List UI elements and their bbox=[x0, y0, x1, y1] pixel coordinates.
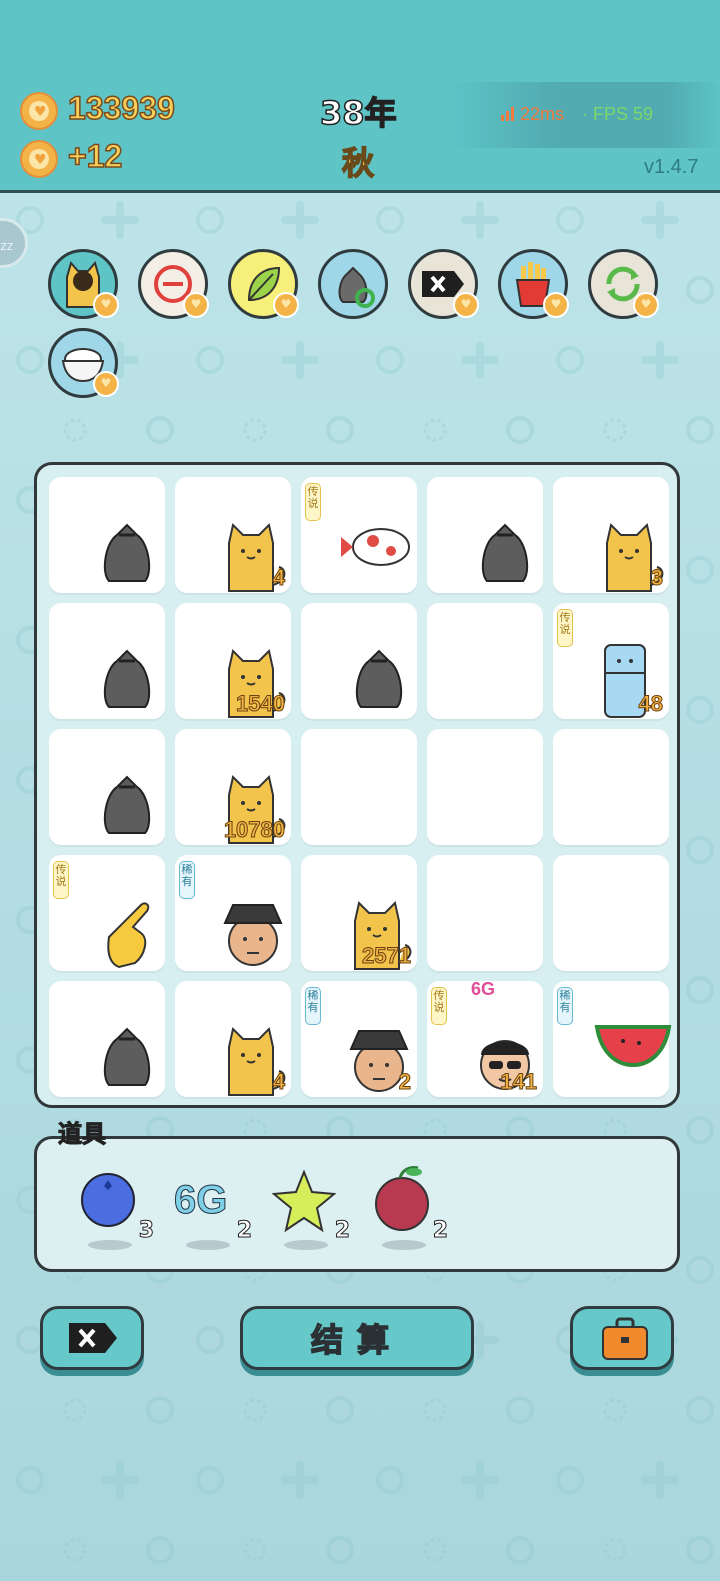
prop-count: 2 bbox=[236, 1218, 252, 1244]
delete-icon bbox=[69, 1323, 117, 1353]
item-board: 4 传说 3 1540 传说 48 10780 传说 稀有 2571 4 稀有 2 传说 6G 141 稀有 bbox=[34, 462, 680, 1108]
heart-badge-icon: ♥ bbox=[273, 292, 299, 318]
board-cell-cat[interactable]: 10780 bbox=[175, 729, 291, 845]
item-count: 141 bbox=[500, 1069, 538, 1095]
skill-minus[interactable]: ♥ bbox=[138, 249, 209, 319]
recycle-bag-icon bbox=[338, 266, 375, 308]
rare-tag: 稀有 bbox=[557, 987, 573, 1025]
board-cell-empty[interactable] bbox=[427, 603, 543, 719]
skill-delete[interactable]: ♥ bbox=[408, 249, 479, 319]
item-count: 4 bbox=[272, 1069, 285, 1095]
prop-6g[interactable]: 6G 2 bbox=[172, 1168, 253, 1258]
6g-icon: 6G bbox=[173, 1178, 228, 1223]
heart-badge-icon: ♥ bbox=[633, 292, 659, 318]
heart-badge-icon: ♥ bbox=[183, 292, 209, 318]
skill-rice-bowl[interactable]: ♥ bbox=[48, 328, 119, 398]
board-cell-trash-bag[interactable] bbox=[49, 477, 165, 593]
heart-badge-icon: ♥ bbox=[543, 292, 569, 318]
skill-leaf[interactable]: ♥ bbox=[228, 249, 299, 319]
star-icon bbox=[272, 1170, 336, 1232]
prop-count: 3 bbox=[138, 1218, 154, 1244]
board-cell-empty[interactable] bbox=[553, 729, 669, 845]
board-cell-empty[interactable] bbox=[553, 855, 669, 971]
board-cell-trash-bag[interactable] bbox=[49, 981, 165, 1097]
board-cell-trash-bag[interactable] bbox=[301, 603, 417, 719]
board-cell-cat[interactable]: 1540 bbox=[175, 603, 291, 719]
heart-badge-icon: ♥ bbox=[453, 292, 479, 318]
board-cell-empty[interactable] bbox=[427, 729, 543, 845]
board-cell-cat[interactable]: 2571 bbox=[301, 855, 417, 971]
skill-fries[interactable]: ♥ bbox=[498, 249, 569, 319]
prop-count: 2 bbox=[432, 1218, 448, 1244]
legendary-tag: 传说 bbox=[305, 483, 321, 521]
board-cell-empty[interactable] bbox=[301, 729, 417, 845]
board-cell-fridge[interactable]: 传说 48 bbox=[553, 603, 669, 719]
item-count: 1540 bbox=[236, 691, 286, 717]
board-cell-koi-fish[interactable]: 传说 bbox=[301, 477, 417, 593]
6g-label: 6G bbox=[471, 979, 496, 999]
item-count: 48 bbox=[638, 691, 664, 717]
item-count: 10780 bbox=[223, 817, 285, 843]
skill-recycle-bag[interactable] bbox=[318, 249, 388, 319]
legendary-tag: 传说 bbox=[53, 861, 69, 899]
prop-star[interactable]: 2 bbox=[270, 1168, 351, 1258]
item-count: 2 bbox=[398, 1069, 411, 1095]
legendary-tag: 传说 bbox=[557, 609, 573, 647]
board-cell-cat[interactable]: 4 bbox=[175, 981, 291, 1097]
item-count: 4 bbox=[272, 565, 285, 591]
heart-badge-icon: ♥ bbox=[93, 371, 119, 397]
rare-tag: 稀有 bbox=[179, 861, 195, 899]
income-coin-icon: ♥ bbox=[20, 140, 58, 178]
board-cell-watermelon[interactable]: 稀有 bbox=[553, 981, 672, 1097]
legendary-tag: 传说 bbox=[431, 987, 447, 1025]
skill-cat[interactable]: ♥ bbox=[48, 249, 119, 319]
rare-tag: 稀有 bbox=[305, 987, 321, 1025]
skill-refresh[interactable]: ♥ bbox=[588, 249, 659, 319]
item-count: 3 bbox=[650, 565, 663, 591]
signal-icon bbox=[501, 107, 514, 121]
prop-shadow bbox=[284, 1240, 328, 1250]
coin-income: +12 bbox=[67, 137, 123, 175]
board-cell-cat[interactable]: 4 bbox=[175, 477, 291, 593]
settle-button[interactable]: 结算 bbox=[240, 1306, 474, 1370]
board-cell-empty[interactable] bbox=[427, 855, 543, 971]
game-year: 38年 bbox=[319, 93, 397, 133]
heart-badge-icon: ♥ bbox=[93, 292, 119, 318]
board-cell-trash-bag[interactable] bbox=[427, 477, 543, 593]
fps-value: · FPS 59 bbox=[582, 104, 654, 124]
game-season: 秋 bbox=[341, 143, 375, 183]
blue-ball-icon bbox=[81, 1173, 135, 1227]
board-cell-trash-bag[interactable] bbox=[49, 729, 165, 845]
backpack-button[interactable] bbox=[570, 1306, 674, 1370]
board-cell-hat-man[interactable]: 稀有 bbox=[175, 855, 291, 971]
prop-lychee[interactable]: 2 bbox=[368, 1162, 449, 1252]
coin-icon: ♥ bbox=[20, 92, 58, 130]
prop-shadow bbox=[382, 1240, 426, 1250]
board-cell-pointing-hand[interactable]: 传说 bbox=[49, 855, 165, 971]
prop-shadow bbox=[186, 1240, 230, 1250]
settle-button-label: 结算 bbox=[310, 1320, 403, 1360]
version-label: v1.4.7 bbox=[644, 156, 699, 178]
prop-shadow bbox=[88, 1240, 132, 1250]
delete-button[interactable] bbox=[40, 1306, 144, 1370]
prop-blue-ball[interactable]: 3 bbox=[74, 1168, 155, 1258]
lychee-icon bbox=[375, 1166, 429, 1231]
coin-total: 133939 bbox=[67, 89, 175, 127]
board-cell-hat-man[interactable]: 稀有 2 bbox=[301, 981, 417, 1097]
props-title: 道具 bbox=[58, 1120, 107, 1149]
item-count: 2571 bbox=[362, 943, 412, 969]
board-cell-trash-bag[interactable] bbox=[49, 603, 165, 719]
prop-count: 2 bbox=[334, 1218, 350, 1244]
briefcase-icon bbox=[602, 1317, 648, 1360]
ping-value: 22ms bbox=[520, 104, 565, 124]
board-cell-sunglasses-man[interactable]: 传说 6G 141 bbox=[427, 979, 543, 1097]
board-cell-cat[interactable]: 3 bbox=[553, 477, 669, 593]
